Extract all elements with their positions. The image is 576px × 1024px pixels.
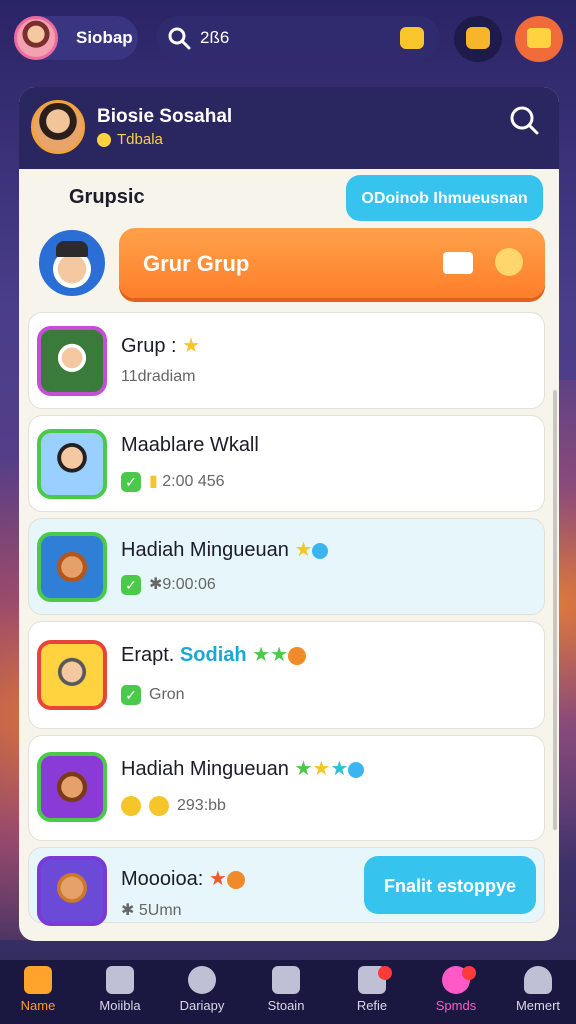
row-meta: ✓ Gron [121,685,185,705]
header-avatar[interactable] [31,100,85,154]
card-header: Biosie Sosahal Tdbala [19,87,559,169]
header-subtitle: Tdbala [117,131,163,148]
gift-icon [527,28,551,48]
row-title: Erapt. Sodiah ★★ [121,642,307,667]
list-item[interactable]: Maablare Wkall ✓ ▮ 2:00 456 [28,415,545,512]
nav-spmds[interactable]: Spmds [418,966,494,1013]
row-meta: ✓ ▮ 2:00 456 [121,471,225,492]
group-avatar [37,752,107,822]
mail-icon [443,252,473,274]
row-title: Moooioa: ★ [121,866,245,891]
check-icon: ✓ [121,685,141,705]
row-meta: ✓ ✱9:00:06 [121,574,216,595]
check-icon: ✓ [121,574,141,595]
list-item[interactable]: Hadiah Mingueuan ★ ✓ ✱9:00:06 [28,518,545,615]
bottom-nav: Name Moiibla Dariapy Stoain Refie Spmds … [0,960,576,1024]
row-title: Maablare Wkall [121,434,259,456]
nav-refie[interactable]: Refie [334,966,410,1013]
emoji-icon [495,248,523,276]
group-avatar [37,326,107,396]
section-title: Grupsic [69,186,145,208]
scrollbar[interactable] [553,390,557,830]
notification-dot [378,966,392,980]
list-item[interactable]: Erapt. Sodiah ★★ ✓ Gron [28,621,545,729]
person-icon [524,966,552,994]
row-meta: ✱ 5Umn [121,902,182,919]
profile-name: Siobap [76,28,133,47]
list-item[interactable]: Hadiah Mingueuan ★★★ 293:bb [28,735,545,841]
group-avatar [37,640,107,710]
star-icon [272,966,300,994]
notification-dot [462,966,476,980]
coin-icon [149,796,169,816]
row-meta: 293:bb [121,796,226,816]
coin-icon [121,796,141,816]
user-avatar[interactable] [39,230,105,296]
coin-icon [97,133,111,147]
message-icon [466,27,490,49]
header-title: Biosie Sosahal [97,106,233,127]
gift-button[interactable] [515,16,563,62]
avatar[interactable] [14,16,58,60]
home-icon [24,966,52,994]
nav-moiibla[interactable]: Moiibla [82,966,158,1013]
search-bar[interactable]: 2ß6 [156,16,440,60]
profile-pill[interactable]: Siobap [14,16,138,60]
nav-stoain[interactable]: Stoain [248,966,324,1013]
chart-icon [106,966,134,994]
group-avatar [37,532,107,602]
top-bar: Siobap 2ß6 [0,0,576,78]
list-item[interactable]: Moooioa: ★ ✱ 5Umn Fnalit estoppye [28,847,545,926]
nav-home[interactable]: Name [0,966,76,1013]
message-button[interactable] [454,16,502,62]
create-group-button[interactable]: Grur Grup [119,228,545,298]
search-input[interactable]: 2ß6 [200,28,229,48]
group-avatar [37,429,107,499]
row-title: Grup : ★ [121,335,201,357]
timer-icon [188,966,216,994]
search-icon [168,27,191,50]
nav-dariapy[interactable]: Dariapy [164,966,240,1013]
row-title: Hadiah Mingueuan ★★★ [121,756,365,781]
join-button[interactable]: Fnalit estoppye [364,856,536,914]
nav-memert[interactable]: Memert [500,966,576,1013]
hat-icon [56,241,88,257]
row-title: Hadiah Mingueuan ★ [121,537,329,562]
section-button[interactable]: ODoinob Ihmueusnan [346,175,543,221]
search-icon[interactable] [507,103,541,137]
list-item[interactable]: Grup : ★ 11dradiam [28,312,545,409]
group-card: Biosie Sosahal Tdbala Grupsic ODoinob Ih… [19,87,559,941]
chat-icon[interactable] [400,27,424,49]
row-meta: 11dradiam [121,368,196,385]
group-avatar [37,856,107,926]
check-icon: ✓ [121,471,141,492]
create-group-label: Grur Grup [143,251,250,276]
